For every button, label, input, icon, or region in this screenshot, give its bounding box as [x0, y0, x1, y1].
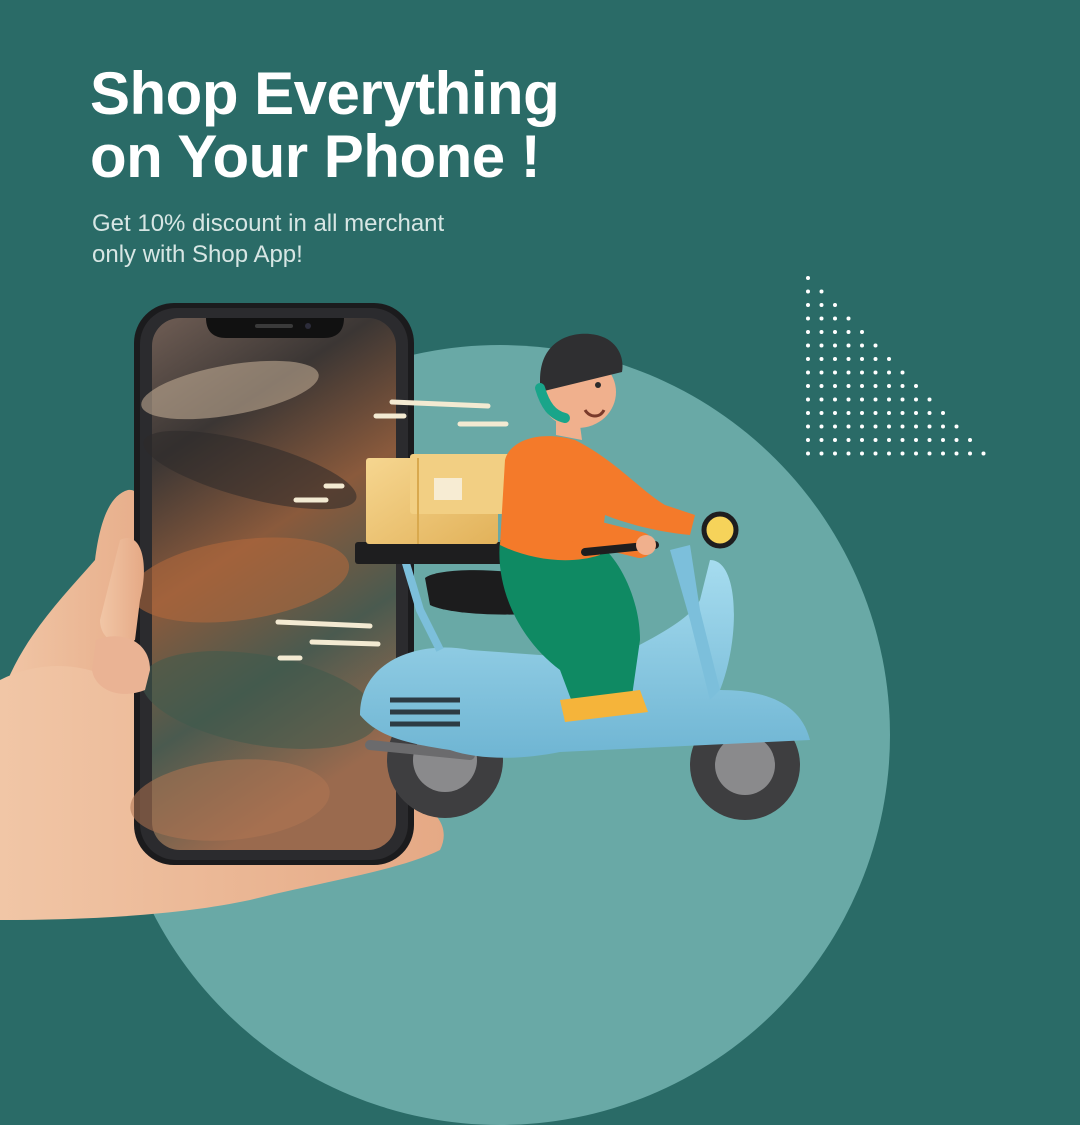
- delivery-rider-on-scooter-icon: [355, 333, 810, 820]
- hand-holding-phone-icon: [0, 303, 444, 920]
- illustration: [0, 303, 810, 920]
